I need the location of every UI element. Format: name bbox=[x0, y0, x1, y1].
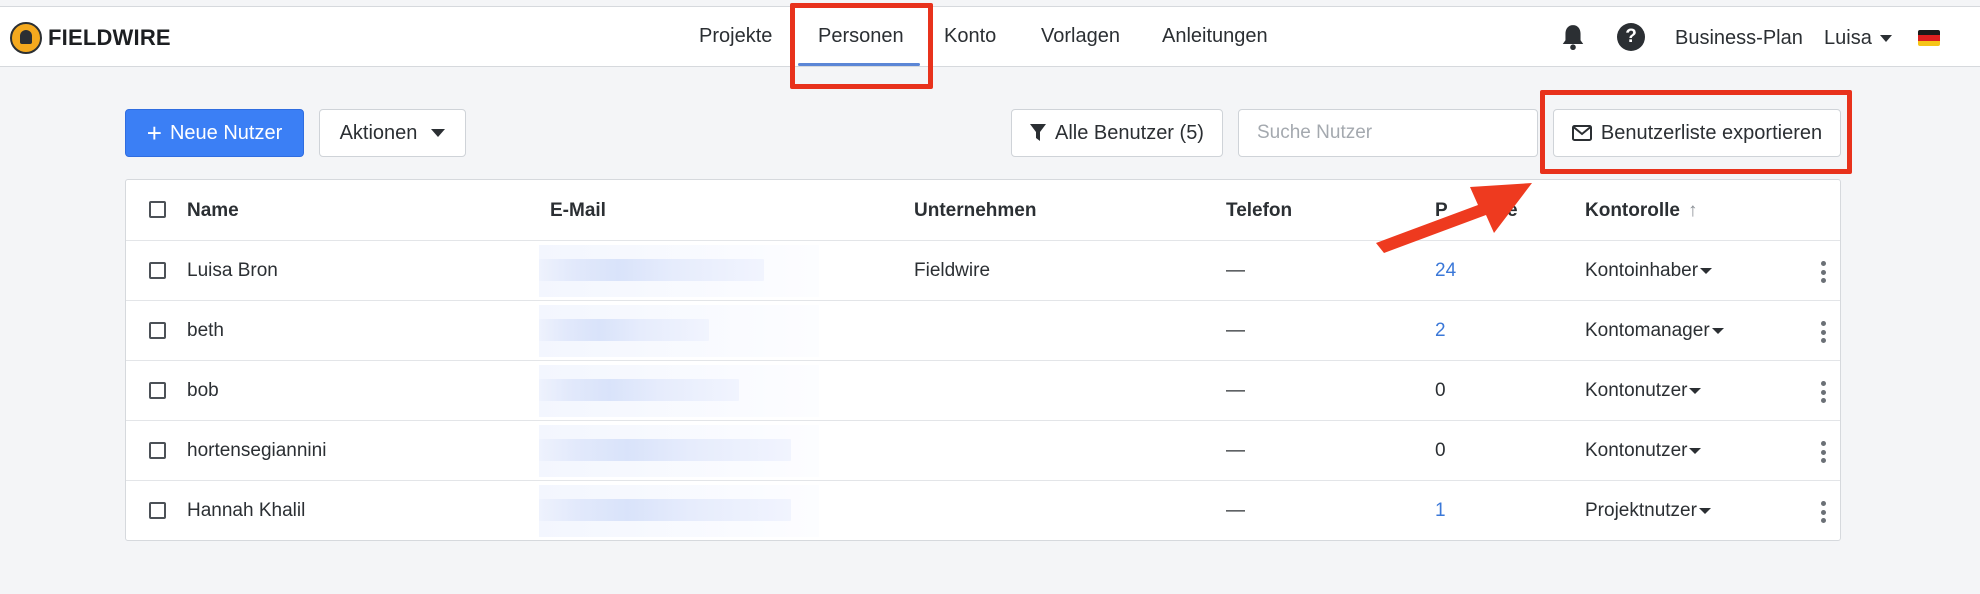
caret-down-icon bbox=[1700, 267, 1713, 274]
table-row: bob — 0 Kontonutzer bbox=[126, 361, 1840, 421]
brand-name: FIELDWIRE bbox=[48, 25, 171, 50]
user-name-cell: Luisa Bron bbox=[187, 260, 278, 281]
filter-label: Alle Benutzer (5) bbox=[1055, 121, 1204, 144]
row-checkbox[interactable] bbox=[149, 382, 166, 399]
filter-icon bbox=[1030, 124, 1047, 141]
nav-item-konto[interactable]: Konto bbox=[944, 25, 996, 48]
phone-cell: — bbox=[1226, 500, 1245, 521]
role-dropdown[interactable]: Kontoinhaber bbox=[1585, 260, 1713, 282]
actions-dropdown[interactable]: Aktionen bbox=[319, 109, 466, 157]
user-filter-button[interactable]: Alle Benutzer (5) bbox=[1011, 109, 1223, 157]
role-label: Kontonutzer bbox=[1585, 380, 1688, 401]
caret-down-icon bbox=[431, 129, 446, 137]
german-flag-icon[interactable] bbox=[1918, 30, 1940, 46]
role-label: Kontonutzer bbox=[1585, 440, 1688, 461]
email-redaction-bar bbox=[539, 439, 791, 461]
business-plan-link[interactable]: Business-Plan bbox=[1675, 27, 1803, 50]
role-dropdown[interactable]: Kontonutzer bbox=[1585, 380, 1702, 402]
caret-down-icon bbox=[1711, 327, 1724, 334]
phone-cell: — bbox=[1226, 380, 1245, 401]
new-user-button[interactable]: + Neue Nutzer bbox=[125, 109, 304, 157]
phone-cell: — bbox=[1226, 440, 1245, 461]
table-row: hortensegiannini — 0 Kontonutzer bbox=[126, 421, 1840, 481]
caret-down-icon bbox=[1698, 507, 1711, 514]
row-checkbox[interactable] bbox=[149, 502, 166, 519]
user-name: Luisa bbox=[1824, 27, 1872, 49]
projects-count-link[interactable]: 2 bbox=[1435, 320, 1446, 342]
email-redaction-bar bbox=[539, 499, 791, 521]
annotation-arrow-icon bbox=[1376, 183, 1532, 253]
projects-count: 0 bbox=[1435, 440, 1446, 461]
new-user-label: Neue Nutzer bbox=[169, 121, 283, 144]
table-row: Luisa Bron Fieldwire — 24 Kontoinhaber bbox=[126, 241, 1840, 301]
role-dropdown[interactable]: Kontomanager bbox=[1585, 320, 1724, 342]
row-checkbox[interactable] bbox=[149, 322, 166, 339]
column-header-phone[interactable]: Telefon bbox=[1226, 200, 1292, 222]
flag-stripe-gold bbox=[1918, 40, 1940, 46]
row-more-options-icon[interactable] bbox=[1820, 321, 1826, 343]
role-label: Kontoinhaber bbox=[1585, 260, 1699, 281]
row-checkbox[interactable] bbox=[149, 262, 166, 279]
account-role-label: Kontorolle bbox=[1585, 200, 1680, 221]
highlight-box-personen-tab bbox=[790, 3, 933, 89]
row-more-options-icon[interactable] bbox=[1820, 501, 1826, 523]
nav-item-anleitungen[interactable]: Anleitungen bbox=[1162, 25, 1268, 48]
table-row: Hannah Khalil — 1 Projektnutzer bbox=[126, 481, 1840, 541]
caret-down-icon bbox=[1689, 447, 1702, 454]
column-header-email[interactable]: E-Mail bbox=[550, 200, 606, 222]
user-name-cell: hortensegiannini bbox=[187, 440, 327, 461]
column-header-company[interactable]: Unternehmen bbox=[914, 200, 1036, 222]
users-table: Name E-Mail Unternehmen Telefon P e Kont… bbox=[125, 179, 1841, 541]
nav-item-vorlagen[interactable]: Vorlagen bbox=[1041, 25, 1120, 48]
user-name-cell: beth bbox=[187, 320, 224, 341]
bell-icon[interactable] bbox=[1560, 23, 1586, 51]
fieldwire-logo[interactable]: FIELDWIRE bbox=[10, 22, 171, 54]
user-menu[interactable]: Luisa bbox=[1824, 27, 1892, 50]
role-label: Kontomanager bbox=[1585, 320, 1710, 341]
help-icon[interactable]: ? bbox=[1617, 23, 1645, 51]
projects-count-link[interactable]: 24 bbox=[1435, 260, 1456, 282]
email-redaction-bar bbox=[539, 259, 764, 281]
projects-count-link[interactable]: 1 bbox=[1435, 500, 1446, 522]
row-more-options-icon[interactable] bbox=[1820, 441, 1826, 463]
phone-cell: — bbox=[1226, 260, 1245, 281]
search-users-input[interactable] bbox=[1238, 109, 1538, 157]
email-redaction-bar bbox=[539, 379, 739, 401]
company-cell: Fieldwire bbox=[914, 260, 991, 281]
table-row: beth — 2 Kontomanager bbox=[126, 301, 1840, 361]
actions-label: Aktionen bbox=[339, 121, 418, 144]
row-more-options-icon[interactable] bbox=[1820, 381, 1826, 403]
column-header-name[interactable]: Name bbox=[187, 200, 239, 222]
row-more-options-icon[interactable] bbox=[1820, 261, 1826, 283]
email-redaction-bar bbox=[539, 319, 709, 341]
role-label: Projektnutzer bbox=[1585, 500, 1697, 521]
caret-down-icon bbox=[1689, 387, 1702, 394]
top-navigation-bar: FIELDWIRE Projekte Personen Konto Vorlag… bbox=[0, 6, 1980, 67]
select-all-checkbox[interactable] bbox=[149, 201, 166, 218]
user-name-cell: bob bbox=[187, 380, 219, 401]
row-checkbox[interactable] bbox=[149, 442, 166, 459]
highlight-box-export-button bbox=[1540, 90, 1852, 174]
user-name-cell: Hannah Khalil bbox=[187, 500, 306, 521]
plus-icon: + bbox=[146, 118, 162, 148]
sort-ascending-icon: ↑ bbox=[1688, 200, 1698, 221]
role-dropdown[interactable]: Kontonutzer bbox=[1585, 440, 1702, 462]
role-dropdown[interactable]: Projektnutzer bbox=[1585, 500, 1711, 522]
table-header: Name E-Mail Unternehmen Telefon P e Kont… bbox=[126, 180, 1840, 241]
column-header-account-role[interactable]: Kontorolle ↑ bbox=[1585, 200, 1698, 222]
nav-item-projekte[interactable]: Projekte bbox=[699, 25, 772, 48]
fieldwire-logo-icon bbox=[10, 22, 42, 54]
chevron-down-icon bbox=[1879, 35, 1892, 43]
phone-cell: — bbox=[1226, 320, 1245, 341]
projects-count: 0 bbox=[1435, 380, 1446, 401]
